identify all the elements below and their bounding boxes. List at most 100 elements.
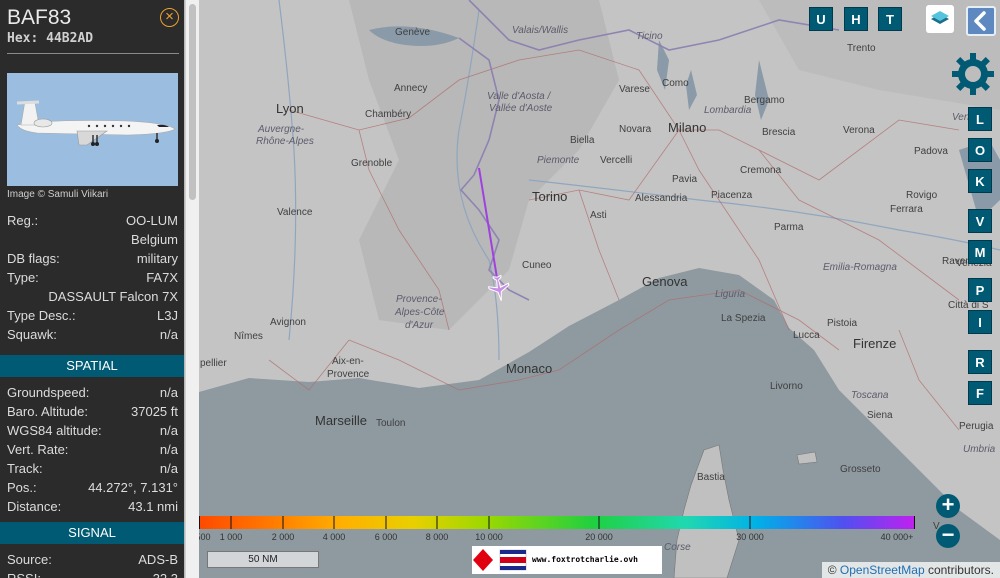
image-credit: Image © Samuli Viikari (7, 189, 109, 200)
aircraft-info-panel: BAF83 Hex: 44B2AD × Image © Samuli Viika… (0, 0, 184, 578)
city-label: Parma (774, 222, 804, 233)
map-option-button-o[interactable]: O (968, 138, 992, 162)
info-label: Squawk: (7, 327, 57, 342)
info-label: Distance: (7, 499, 62, 514)
scale-bar: 50 NM (207, 551, 319, 568)
close-icon[interactable]: × (160, 8, 179, 27)
city-label: Biella (570, 135, 595, 146)
region-label: Alpes-Côte (395, 307, 445, 318)
map-toggle-button-t[interactable]: T (878, 7, 902, 31)
region-label: Valais/Wallis (512, 25, 569, 36)
info-label: DB flags: (7, 251, 60, 266)
city-label: Ferrara (890, 204, 923, 215)
map-option-button-i[interactable]: I (968, 310, 992, 334)
info-value: -32.3 (148, 571, 178, 578)
city-label: Varese (619, 84, 650, 95)
map-option-button-f[interactable]: F (968, 381, 992, 405)
region-label: Lombardia (704, 105, 752, 116)
city-label: Nîmes (234, 331, 263, 342)
city-label: Annecy (394, 83, 428, 94)
spatial-header: SPATIAL (0, 355, 184, 377)
info-value: OO-LUM (126, 213, 178, 228)
info-value: DASSAULT Falcon 7X (48, 289, 178, 304)
info-row: WGS84 altitude: n/a (7, 423, 178, 441)
city-label: Grosseto (840, 464, 881, 475)
info-row: DASSAULT Falcon 7X (7, 289, 178, 307)
city-label: Alessandria (635, 193, 688, 204)
legend-tick-label: 6 000 (374, 532, 398, 542)
legend-tick-label: 1 000 (219, 532, 243, 542)
city-label: Firenze (853, 336, 897, 351)
info-label: Baro. Altitude: (7, 404, 88, 419)
info-value: 44.272°, 7.131° (88, 480, 178, 495)
aircraft-photo[interactable] (7, 73, 178, 186)
city-label: Toulon (376, 418, 406, 429)
map-option-button-l[interactable]: L (968, 107, 992, 131)
map-option-button-p[interactable]: P (968, 278, 992, 302)
attribution-prefix: © (827, 563, 840, 577)
region-label: Umbria (963, 444, 996, 455)
city-label: Livorno (770, 381, 803, 392)
layers-button[interactable] (926, 5, 954, 33)
info-row: Track: n/a (7, 461, 178, 479)
city-label: Marseille (315, 413, 368, 428)
zoom-in-button[interactable]: + (936, 494, 960, 518)
region-label: Piemonte (537, 155, 580, 166)
region-label: Valle d'Aosta / (487, 91, 551, 102)
city-label: Rovigo (906, 190, 938, 201)
region-label: Provence- (396, 294, 442, 305)
legend-tick-label: 2 000 (271, 532, 295, 542)
info-label: WGS84 altitude: (7, 423, 102, 438)
legend-tick-label: 4 000 (322, 532, 346, 542)
info-row: Type Desc.: L3J (7, 308, 178, 326)
city-label: Valence (277, 207, 313, 218)
map-option-button-r[interactable]: R (968, 350, 992, 374)
city-label: Provence (327, 369, 370, 380)
osm-link[interactable]: OpenStreetMap (840, 563, 925, 577)
region-label: Vallée d'Aoste (489, 103, 553, 114)
gear-icon[interactable] (949, 50, 997, 98)
info-label: Pos.: (7, 480, 37, 495)
city-label: Cremona (740, 165, 782, 176)
map-toggle-button-u[interactable]: U (809, 7, 833, 31)
scrollbar-thumb[interactable] (189, 4, 196, 200)
legend-tick-label: 8 000 (425, 532, 449, 542)
map-view[interactable]: Genève Annecy Lyon Chambéry Grenoble Val… (199, 0, 1000, 578)
divider (7, 53, 179, 54)
attribution-suffix: contributors. (924, 563, 994, 577)
city-label: Pistoia (827, 318, 858, 329)
info-value: Belgium (131, 232, 178, 247)
city-label: Novara (619, 124, 652, 135)
legend-tick-label: 10 000 (475, 532, 503, 542)
chevron-left-icon (974, 11, 986, 31)
city-label: Piacenza (711, 190, 753, 201)
map-background (199, 0, 1000, 578)
hex-code: Hex: 44B2AD (7, 31, 94, 46)
info-value: L3J (157, 308, 178, 323)
collapse-panel-button[interactable] (966, 6, 996, 36)
map-option-button-m[interactable]: M (968, 240, 992, 264)
city-label: Verona (843, 125, 875, 136)
region-label: d'Azur (405, 320, 434, 331)
map-attribution: © OpenStreetMap contributors. (821, 562, 1000, 578)
info-label: Vert. Rate: (7, 442, 69, 457)
info-row: Squawk: n/a (7, 327, 178, 345)
map-toggle-button-h[interactable]: H (844, 7, 868, 31)
region-label: Ticino (636, 31, 663, 42)
city-label: Avignon (270, 317, 306, 328)
city-label: Vercelli (600, 155, 633, 166)
site-logo[interactable]: www.foxtrotcharlie.ovh (472, 546, 662, 574)
map-option-button-v[interactable]: V (968, 209, 992, 233)
sidebar-scrollbar[interactable] (185, 0, 199, 578)
city-label: Siena (867, 410, 893, 421)
info-value: 37025 ft (131, 404, 178, 419)
info-label: Groundspeed: (7, 385, 90, 400)
city-label: Perugia (959, 421, 994, 432)
city-label: Grenoble (351, 158, 393, 169)
info-label: RSSI: (7, 571, 41, 578)
aircraft-marker-icon[interactable] (487, 274, 511, 302)
city-label: Cuneo (522, 260, 552, 271)
info-value: n/a (159, 423, 178, 438)
zoom-out-button[interactable]: − (936, 524, 960, 548)
map-option-button-k[interactable]: K (968, 169, 992, 193)
